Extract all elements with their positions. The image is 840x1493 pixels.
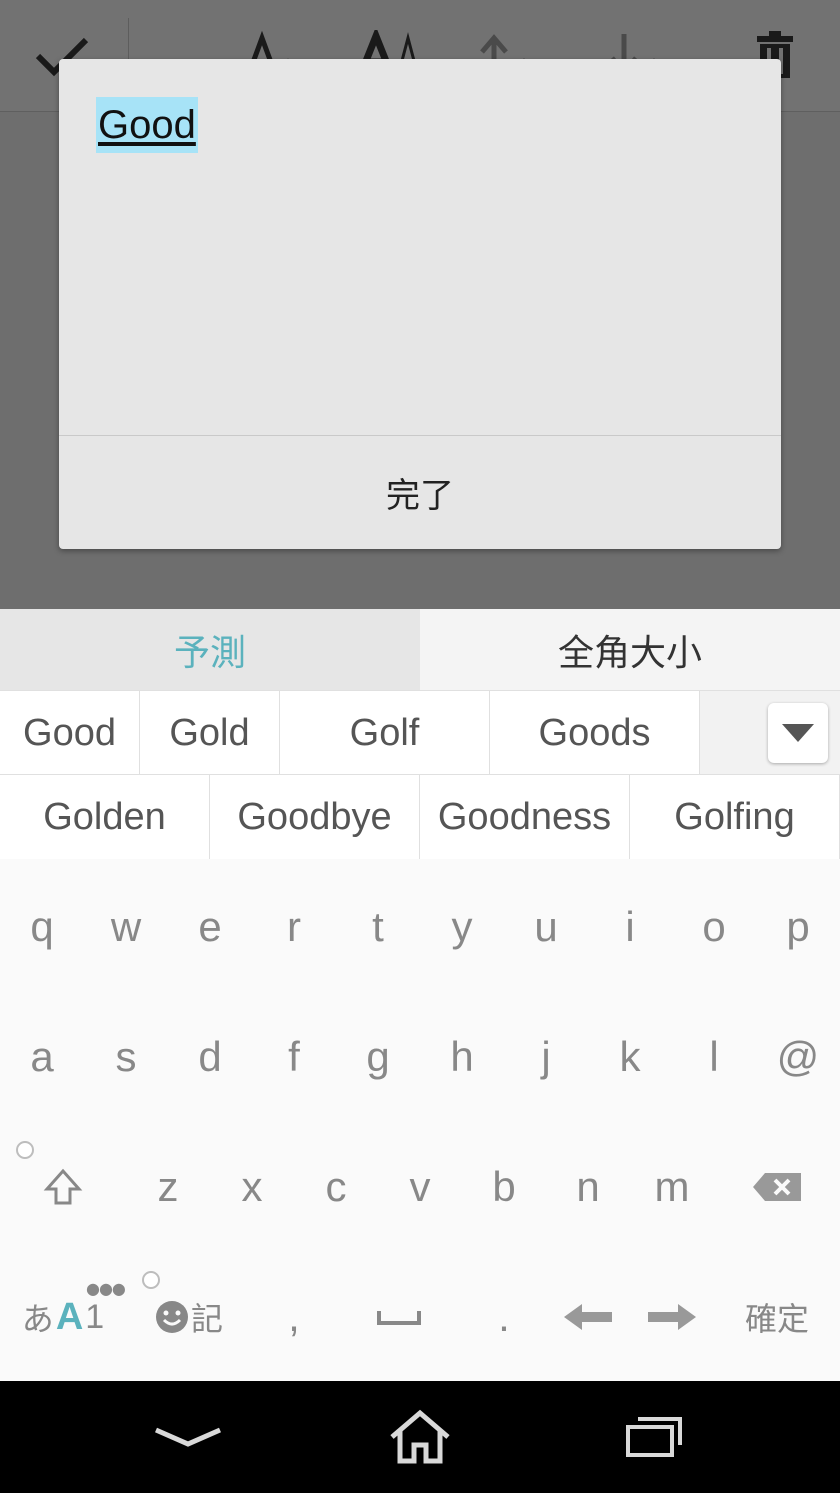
expand-candidates-button[interactable] [768, 703, 828, 763]
key-p[interactable]: p [756, 867, 840, 987]
edit-dialog: Good 完了 [59, 59, 781, 549]
key-n[interactable]: n [546, 1127, 630, 1247]
key-l[interactable]: l [672, 997, 756, 1117]
candidate-row-1: Good Gold Golf Goods [0, 690, 840, 775]
chevron-down-icon [782, 724, 814, 742]
candidate-item[interactable]: Golf [280, 691, 490, 775]
edit-text-composing[interactable]: Good [96, 97, 198, 153]
key-q[interactable]: q [0, 867, 84, 987]
done-button[interactable]: 完了 [59, 436, 781, 549]
key-o[interactable]: o [672, 867, 756, 987]
key-u[interactable]: u [504, 867, 588, 987]
shift-icon [43, 1168, 83, 1205]
key-x[interactable]: x [210, 1127, 294, 1247]
key-d[interactable]: d [168, 997, 252, 1117]
key-at[interactable]: @ [756, 997, 840, 1117]
key-g[interactable]: g [336, 997, 420, 1117]
key-i[interactable]: i [588, 867, 672, 987]
candidate-item[interactable]: Goods [490, 691, 700, 775]
key-space[interactable] [336, 1257, 462, 1377]
smiley-icon [155, 1301, 188, 1333]
arrow-left-icon [564, 1304, 612, 1330]
key-h[interactable]: h [420, 997, 504, 1117]
key-e[interactable]: e [168, 867, 252, 987]
candidate-item[interactable]: Good [0, 691, 140, 775]
key-k[interactable]: k [588, 997, 672, 1117]
key-j[interactable]: j [504, 997, 588, 1117]
navigation-bar [0, 1381, 840, 1493]
candidate-item[interactable]: Gold [140, 691, 280, 775]
mode-hiragana: あ [21, 1301, 54, 1337]
key-cursor-left[interactable] [546, 1257, 630, 1377]
key-c[interactable]: c [294, 1127, 378, 1247]
key-cursor-right[interactable] [630, 1257, 714, 1377]
key-period[interactable]: . [462, 1257, 546, 1377]
candidate-item[interactable]: Goodbye [210, 775, 420, 859]
key-v[interactable]: v [378, 1127, 462, 1247]
key-r[interactable]: r [252, 867, 336, 987]
keyboard-tabs: 予測 全角大小 [0, 609, 840, 690]
kigou-label: 記 [190, 1301, 223, 1337]
key-m[interactable]: m [630, 1127, 714, 1247]
tab-width-case[interactable]: 全角大小 [420, 609, 840, 690]
mode-num: 1 [85, 1297, 105, 1336]
key-t[interactable]: t [336, 867, 420, 987]
key-b[interactable]: b [462, 1127, 546, 1247]
key-z[interactable]: z [126, 1127, 210, 1247]
key-y[interactable]: y [420, 867, 504, 987]
soft-keyboard: 予測 全角大小 Good Gold Golf Goods Golden Good… [0, 609, 840, 1381]
more-indicator-icon: ●●● [86, 1279, 126, 1298]
candidate-item[interactable]: Goodness [420, 775, 630, 859]
candidate-item[interactable]: Golfing [630, 775, 840, 859]
key-emoji-symbol[interactable]: 記 [126, 1257, 252, 1377]
backspace-icon [753, 1173, 801, 1201]
key-w[interactable]: w [84, 867, 168, 987]
key-s[interactable]: s [84, 997, 168, 1117]
key-input-mode[interactable]: あ A 1 [0, 1257, 126, 1377]
back-chevron-icon[interactable] [118, 1381, 258, 1493]
text-editor[interactable]: Good [59, 59, 781, 435]
key-shift[interactable] [0, 1127, 126, 1247]
mode-alpha: A [55, 1295, 84, 1338]
key-f[interactable]: f [252, 997, 336, 1117]
key-a[interactable]: a [0, 997, 84, 1117]
candidate-row-2: Golden Goodbye Goodness Golfing [0, 774, 840, 859]
candidate-item[interactable]: Golden [0, 775, 210, 859]
tab-prediction[interactable]: 予測 [0, 609, 420, 690]
arrow-right-icon [648, 1304, 696, 1330]
recent-apps-icon[interactable] [584, 1381, 724, 1493]
space-icon [377, 1311, 421, 1325]
home-icon[interactable] [350, 1381, 490, 1493]
key-confirm[interactable]: 確定 [714, 1257, 840, 1377]
key-backspace[interactable] [714, 1127, 840, 1247]
key-comma[interactable]: , [252, 1257, 336, 1377]
